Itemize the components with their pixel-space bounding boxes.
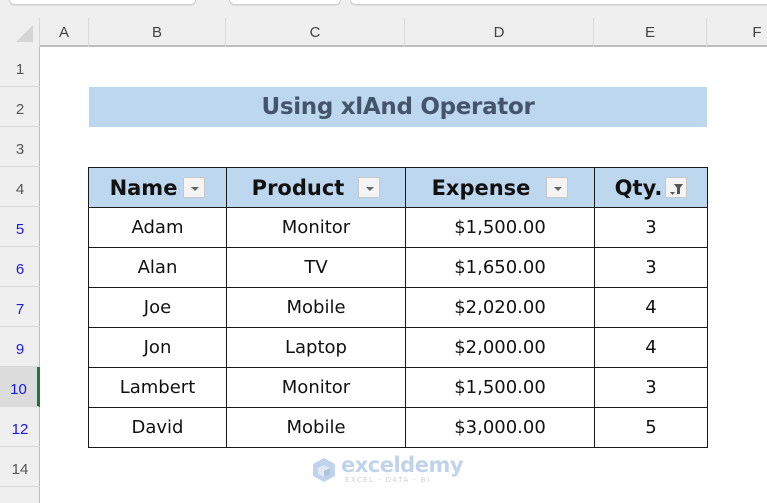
table-row: Jon Laptop $2,000.00 4 [88,327,708,368]
formula-bar-area [0,0,767,18]
cell-product[interactable]: Mobile [226,287,406,328]
row-header-14[interactable]: 14 [0,447,40,487]
cell-expense[interactable]: $1,500.00 [405,207,595,248]
dropdown-arrow-icon [191,187,200,191]
table-row: David Mobile $3,000.00 5 [88,407,708,448]
row-header-3[interactable]: 3 [0,127,40,167]
cell-qty[interactable]: 4 [594,287,708,328]
header-product[interactable]: Product [226,167,406,208]
column-header-f[interactable]: F [707,18,767,47]
table-row: Lambert Monitor $1,500.00 3 [88,367,708,408]
product-filter-button[interactable] [358,177,381,198]
cell-qty[interactable]: 3 [594,207,708,248]
exceldemy-logo-icon [313,457,335,482]
row-header-2[interactable]: 2 [0,87,40,127]
cell-qty[interactable]: 4 [594,327,708,368]
cell-name[interactable]: David [88,407,227,448]
row-header-4[interactable]: 4 [0,167,40,207]
watermark: exceldemy EXCEL · DATA · BI [311,453,464,484]
table-row: Adam Monitor $1,500.00 3 [88,207,708,248]
column-header-b[interactable]: B [89,18,226,47]
header-expense-label: Expense [431,175,531,200]
header-expense[interactable]: Expense [405,167,595,208]
column-header-a[interactable]: A [40,18,89,47]
header-name-label: Name [109,175,178,200]
cell-qty[interactable]: 3 [594,247,708,288]
title-cell[interactable]: Using xlAnd Operator [89,87,707,127]
cell-name[interactable]: Adam [88,207,227,248]
page-title: Using xlAnd Operator [261,94,535,120]
name-box[interactable] [9,0,196,5]
row-header-12[interactable]: 12 [0,407,40,447]
select-all-button[interactable] [0,18,40,47]
cell-product[interactable]: Laptop [226,327,406,368]
row-header-10[interactable]: 10 [0,367,40,407]
dropdown-arrow-icon [366,187,375,191]
watermark-subtext: EXCEL · DATA · BI [345,476,431,484]
row-header-7[interactable]: 7 [0,287,40,327]
row-header-bar: 1 2 3 4 5 6 7 9 10 12 14 [0,47,40,503]
row-header-9[interactable]: 9 [0,327,40,367]
row-header-1[interactable]: 1 [0,47,40,87]
cell-product[interactable]: Monitor [226,367,406,408]
column-header-d[interactable]: D [405,18,594,47]
column-header-c[interactable]: C [226,18,405,47]
column-header-e[interactable]: E [594,18,707,47]
table-row: Alan TV $1,650.00 3 [88,247,708,288]
table-row: Joe Mobile $2,020.00 4 [88,287,708,328]
watermark-text: exceldemy [341,453,464,477]
select-all-triangle-icon [16,25,33,42]
row-header-6[interactable]: 6 [0,247,40,287]
cell-expense[interactable]: $2,000.00 [405,327,595,368]
header-product-label: Product [251,175,345,200]
cell-name[interactable]: Lambert [88,367,227,408]
cell-qty[interactable]: 5 [594,407,708,448]
cell-product[interactable]: Monitor [226,207,406,248]
cell-product[interactable]: Mobile [226,407,406,448]
cell-expense[interactable]: $2,020.00 [405,287,595,328]
cell-name[interactable]: Joe [88,287,227,328]
cell-product[interactable]: TV [226,247,406,288]
data-table: Name Product Expense Qty. Adam Monitor $… [88,167,708,448]
filter-funnel-icon [670,184,684,195]
dropdown-arrow-icon [554,187,563,191]
header-name[interactable]: Name [88,167,227,208]
formula-controls[interactable] [229,0,341,5]
cell-name[interactable]: Jon [88,327,227,368]
cell-expense[interactable]: $1,500.00 [405,367,595,408]
cell-qty[interactable]: 3 [594,367,708,408]
formula-input[interactable] [350,0,767,5]
expense-filter-button[interactable] [546,177,569,198]
cell-name[interactable]: Alan [88,247,227,288]
cell-expense[interactable]: $1,650.00 [405,247,595,288]
table-header-row: Name Product Expense Qty. [88,167,708,208]
qty-filter-button[interactable] [665,177,688,198]
cell-expense[interactable]: $3,000.00 [405,407,595,448]
row-header-5[interactable]: 5 [0,207,40,247]
name-filter-button[interactable] [183,177,206,198]
header-qty[interactable]: Qty. [594,167,708,208]
header-qty-label: Qty. [614,175,663,200]
